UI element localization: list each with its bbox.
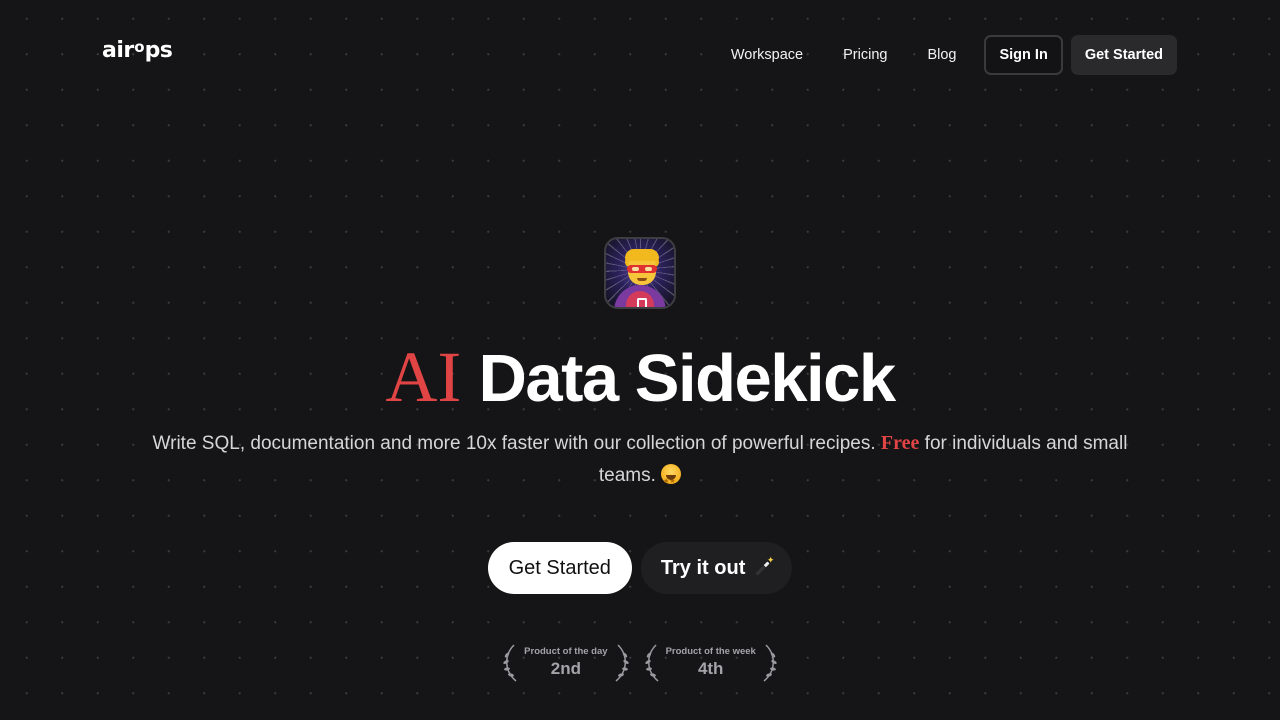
badge-label: Product of the week bbox=[665, 646, 756, 657]
logo-text-suffix: ps bbox=[144, 38, 173, 63]
superhero-emoji-icon bbox=[604, 237, 676, 309]
hero-get-started-button[interactable]: Get Started bbox=[487, 542, 632, 594]
laurel-right-icon bbox=[760, 643, 780, 683]
try-it-out-button[interactable]: Try it out bbox=[640, 542, 793, 594]
top-navigation: airops Workspace Pricing Blog Sign In Ge… bbox=[0, 0, 1280, 110]
subtitle-text-1: Write SQL, documentation and more 10x fa… bbox=[152, 433, 876, 454]
hero-headline: AI Data Sidekick bbox=[0, 337, 1280, 419]
airops-logo[interactable]: airops bbox=[102, 38, 173, 63]
star-struck-emoji-icon bbox=[661, 464, 682, 498]
badge-text: Product of the day 2nd bbox=[524, 646, 607, 680]
nav-links: Workspace Pricing Blog Sign In Get Start… bbox=[731, 35, 1177, 75]
laurel-left-icon bbox=[642, 643, 662, 683]
hero-icon-fringe bbox=[625, 249, 659, 261]
badge-product-of-the-day[interactable]: Product of the day 2nd bbox=[500, 643, 631, 683]
badge-rank: 2nd bbox=[550, 659, 581, 678]
cta-row: Get Started Try it out bbox=[0, 542, 1280, 594]
badge-rank: 4th bbox=[697, 659, 724, 678]
hero-icon-emblem bbox=[637, 298, 647, 307]
hero-subtitle: Write SQL, documentation and more 10x fa… bbox=[150, 427, 1130, 498]
logo-text-o: o bbox=[134, 38, 145, 56]
hero-icon-eye-left bbox=[632, 267, 639, 271]
laurel-right-icon bbox=[612, 643, 632, 683]
product-hunt-badges: Product of the day 2nd Product of the we… bbox=[0, 643, 1280, 683]
headline-accent: AI bbox=[385, 337, 462, 417]
hero-get-started-label: Get Started bbox=[508, 556, 611, 579]
badge-text: Product of the week 4th bbox=[666, 646, 756, 680]
hero-icon-eye-right bbox=[645, 267, 652, 271]
nav-link-pricing[interactable]: Pricing bbox=[823, 35, 907, 75]
hero-icon-mouth bbox=[637, 278, 647, 281]
nav-link-workspace[interactable]: Workspace bbox=[731, 35, 823, 75]
badge-product-of-the-week[interactable]: Product of the week 4th bbox=[642, 643, 780, 683]
nav-link-blog[interactable]: Blog bbox=[907, 35, 976, 75]
badge-label: Product of the day bbox=[524, 646, 608, 657]
try-it-out-label: Try it out bbox=[660, 556, 746, 579]
subtitle-free: Free bbox=[880, 432, 920, 454]
nav-get-started-button[interactable]: Get Started bbox=[1070, 35, 1177, 75]
headline-main: Data Sidekick bbox=[478, 341, 896, 416]
logo-text-prefix: air bbox=[102, 38, 134, 63]
sign-in-button[interactable]: Sign In bbox=[984, 35, 1063, 75]
magic-wand-icon bbox=[751, 555, 775, 579]
laurel-left-icon bbox=[500, 643, 520, 683]
